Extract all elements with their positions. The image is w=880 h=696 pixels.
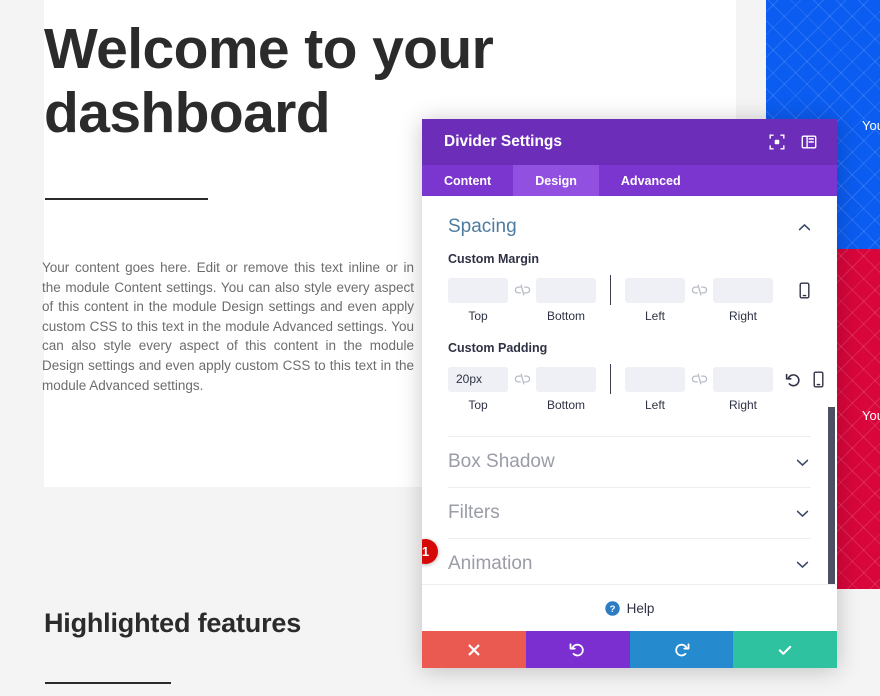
chevron-up-icon[interactable] — [796, 219, 813, 236]
custom-margin-group: Custom Margin Top Bottom Left Right — [422, 238, 837, 325]
swatch-blue-label: You — [862, 118, 880, 133]
custom-margin-fields: Top Bottom Left Right — [448, 275, 811, 325]
tab-content[interactable]: Content — [422, 165, 513, 196]
help-button[interactable]: ? Help — [422, 584, 837, 631]
margin-bottom-input[interactable] — [536, 277, 596, 303]
custom-padding-fields: Top Bottom — [448, 364, 824, 414]
chevron-down-icon[interactable] — [794, 556, 811, 573]
tab-advanced[interactable]: Advanced — [599, 165, 703, 196]
help-label: Help — [626, 600, 655, 616]
field-separator — [610, 364, 611, 394]
link-margin-top-bottom-icon[interactable] — [508, 284, 536, 296]
redo-button[interactable] — [629, 631, 734, 668]
divider-settings-modal: Divider Settings Content Design Advanced… — [422, 119, 837, 668]
responsive-icon[interactable] — [812, 371, 825, 388]
padding-right-input[interactable] — [713, 366, 773, 392]
margin-left-caption: Left — [644, 308, 665, 323]
tab-design[interactable]: Design — [513, 165, 599, 196]
redo-icon — [675, 643, 690, 657]
section-box-shadow[interactable]: Box Shadow — [448, 436, 811, 487]
responsive-icon[interactable] — [798, 282, 811, 299]
chevron-down-icon[interactable] — [794, 505, 811, 522]
swatch-red-label: You — [862, 408, 880, 423]
modal-scrollbar[interactable] — [828, 196, 835, 584]
margin-left-input[interactable] — [625, 277, 685, 303]
title-divider-rule — [45, 198, 208, 200]
section-box-shadow-title: Box Shadow — [448, 451, 555, 472]
svg-text:?: ? — [609, 604, 615, 615]
margin-right-input[interactable] — [713, 277, 773, 303]
modal-title: Divider Settings — [444, 133, 562, 150]
section-filters[interactable]: Filters — [448, 487, 811, 538]
custom-margin-label: Custom Margin — [448, 252, 539, 266]
chevron-down-icon[interactable] — [794, 454, 811, 471]
custom-margin-actions — [786, 282, 811, 299]
custom-padding-actions — [773, 371, 825, 388]
close-icon — [468, 644, 480, 655]
margin-top-input[interactable] — [448, 277, 508, 303]
field-separator — [610, 275, 611, 305]
padding-left-input[interactable] — [625, 366, 685, 392]
section-spacing-title: Spacing — [448, 216, 517, 237]
undo-icon — [569, 643, 584, 657]
check-icon — [778, 645, 792, 655]
save-button[interactable] — [733, 631, 837, 668]
link-padding-top-bottom-icon[interactable] — [508, 373, 536, 385]
link-padding-left-right-icon[interactable] — [685, 373, 713, 385]
section-animation-title: Animation — [448, 553, 533, 574]
margin-right-caption: Right — [728, 308, 757, 323]
reset-icon[interactable] — [785, 371, 802, 388]
modal-header: Divider Settings — [422, 119, 837, 165]
status-badge: 1 — [422, 539, 438, 564]
features-heading: Highlighted features — [44, 608, 302, 638]
screen: Welcome to your dashboard Your content g… — [0, 0, 880, 696]
section-filters-title: Filters — [448, 502, 500, 523]
padding-bottom-input[interactable] — [536, 366, 596, 392]
padding-right-caption: Right — [728, 397, 757, 412]
hero-paragraph: Your content goes here. Edit or remove t… — [42, 260, 414, 393]
modal-scrollbar-thumb[interactable] — [828, 407, 835, 584]
custom-padding-group: Custom Padding Top — [422, 325, 837, 414]
padding-left-caption: Left — [644, 397, 665, 412]
features-divider-rule — [45, 682, 171, 684]
layout-panel-icon[interactable] — [795, 128, 823, 156]
padding-top-input[interactable] — [448, 366, 508, 392]
link-margin-left-right-icon[interactable] — [685, 284, 713, 296]
padding-bottom-caption: Bottom — [546, 397, 585, 412]
help-icon: ? — [604, 600, 620, 616]
section-spacing-header[interactable]: Spacing — [422, 196, 837, 238]
margin-bottom-caption: Bottom — [546, 308, 585, 323]
custom-padding-label: Custom Padding — [448, 341, 548, 355]
section-animation[interactable]: Animation — [448, 538, 811, 584]
modal-body: Spacing Custom Margin Top Bottom Left Ri… — [422, 196, 837, 584]
modal-tabs: Content Design Advanced — [422, 165, 837, 196]
modal-footer — [422, 631, 837, 668]
margin-top-caption: Top — [468, 308, 488, 323]
padding-top-caption: Top — [468, 397, 488, 412]
focus-icon[interactable] — [763, 128, 791, 156]
undo-button[interactable] — [525, 631, 630, 668]
cancel-button[interactable] — [422, 631, 526, 668]
